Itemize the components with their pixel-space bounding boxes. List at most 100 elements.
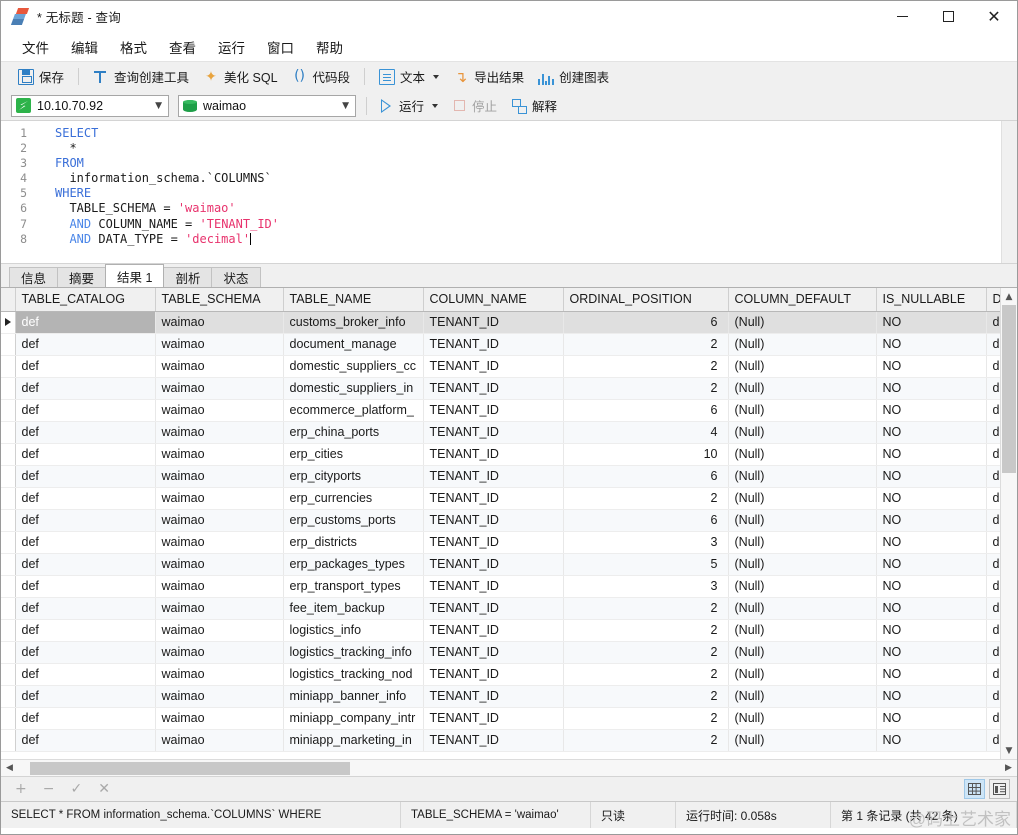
table-cell[interactable]: (Null) bbox=[728, 355, 877, 378]
column-header[interactable]: TABLE_SCHEMA bbox=[155, 288, 284, 312]
table-cell[interactable]: def bbox=[15, 685, 156, 708]
table-cell[interactable]: (Null) bbox=[728, 399, 877, 422]
table-cell[interactable]: 2 bbox=[563, 707, 729, 730]
table-cell[interactable]: erp_districts bbox=[283, 531, 424, 554]
table-cell[interactable]: 3 bbox=[563, 575, 729, 598]
menu-view[interactable]: 查看 bbox=[158, 33, 207, 61]
table-cell[interactable]: waimao bbox=[155, 553, 284, 576]
table-cell[interactable]: (Null) bbox=[728, 333, 877, 356]
table-cell[interactable]: deci bbox=[986, 377, 1000, 400]
table-cell[interactable]: erp_customs_ports bbox=[283, 509, 424, 532]
table-cell[interactable]: ecommerce_platform_ bbox=[283, 399, 424, 422]
table-cell[interactable]: deci bbox=[986, 355, 1000, 378]
table-row[interactable]: defwaimaoerp_citiesTENANT_ID10(Null)NOde… bbox=[1, 443, 1000, 466]
table-cell[interactable]: miniapp_banner_info bbox=[283, 685, 424, 708]
table-row[interactable]: def waimao erp_packages_types TENANT_ID 5 (Nu… bbox=[1, 553, 1000, 576]
run-button[interactable]: 运行 bbox=[371, 93, 445, 118]
table-cell[interactable]: NO bbox=[876, 597, 987, 620]
table-cell[interactable]: 2 bbox=[563, 663, 729, 686]
table-cell[interactable]: fee_item_backup bbox=[283, 597, 424, 620]
table-cell[interactable]: NO bbox=[876, 685, 987, 708]
table-cell[interactable]: TENANT_ID bbox=[423, 729, 564, 752]
row-indicator-cell[interactable] bbox=[1, 333, 16, 356]
table-cell[interactable]: 2 bbox=[563, 619, 729, 642]
export-result-button[interactable]: ↴ 导出结果 bbox=[446, 64, 531, 89]
create-chart-button[interactable]: 创建图表 bbox=[531, 64, 616, 89]
table-cell[interactable]: waimao bbox=[155, 575, 284, 598]
table-cell[interactable]: 2 bbox=[563, 355, 729, 378]
sql-code-area[interactable]: SELECT * FROM information_schema.`COLUMNS… bbox=[33, 121, 1017, 263]
table-cell[interactable]: deci bbox=[986, 553, 1000, 576]
table-cell[interactable]: deci bbox=[986, 333, 1000, 356]
table-cell[interactable]: (Null) bbox=[728, 619, 877, 642]
table-cell[interactable]: NO bbox=[876, 509, 987, 532]
save-button[interactable]: 保存 bbox=[11, 64, 71, 89]
maximize-button[interactable] bbox=[925, 1, 971, 32]
table-cell[interactable]: deci bbox=[986, 531, 1000, 554]
table-cell[interactable]: deci bbox=[986, 443, 1000, 466]
table-cell[interactable]: 10 bbox=[563, 443, 729, 466]
table-cell[interactable]: 6 bbox=[563, 465, 729, 488]
scroll-up-button[interactable]: ▲ bbox=[1001, 288, 1017, 305]
beautify-sql-button[interactable]: ✦ 美化 SQL bbox=[196, 64, 285, 89]
table-cell[interactable]: miniapp_marketing_in bbox=[283, 729, 424, 752]
table-cell[interactable]: TENANT_ID bbox=[423, 531, 564, 554]
table-cell[interactable]: waimao bbox=[155, 641, 284, 664]
grid-horizontal-scrollbar[interactable]: ◀ ▶ bbox=[1, 759, 1017, 776]
table-cell[interactable]: (Null) bbox=[728, 685, 877, 708]
table-cell[interactable]: erp_packages_types bbox=[283, 553, 424, 576]
table-cell[interactable]: deci bbox=[986, 399, 1000, 422]
chevron-down-icon[interactable] bbox=[433, 74, 440, 79]
table-cell[interactable]: (Null) bbox=[728, 729, 877, 752]
table-cell[interactable]: (Null) bbox=[728, 377, 877, 400]
table-row[interactable]: def waimao miniapp_marketing_in TENANT_ID 2(… bbox=[1, 729, 1000, 752]
row-indicator-cell[interactable] bbox=[1, 729, 16, 752]
table-cell[interactable]: logistics_tracking_nod bbox=[283, 663, 424, 686]
table-cell[interactable]: deci bbox=[986, 663, 1000, 686]
table-cell[interactable]: waimao bbox=[155, 421, 284, 444]
table-cell[interactable]: def bbox=[15, 553, 156, 576]
table-cell[interactable]: def bbox=[15, 531, 156, 554]
table-cell[interactable]: document_manage bbox=[283, 333, 424, 356]
table-cell[interactable]: domestic_suppliers_cc bbox=[283, 355, 424, 378]
row-indicator-cell[interactable] bbox=[1, 399, 16, 422]
tab-status[interactable]: 状态 bbox=[211, 267, 261, 287]
table-cell[interactable]: 4 bbox=[563, 421, 729, 444]
table-cell[interactable]: NO bbox=[876, 619, 987, 642]
cancel-changes-button[interactable]: ✕ bbox=[98, 782, 110, 796]
table-cell[interactable]: TENANT_ID bbox=[423, 663, 564, 686]
column-header[interactable]: DA bbox=[986, 288, 1000, 312]
table-cell[interactable]: waimao bbox=[155, 465, 284, 488]
table-cell[interactable]: def bbox=[15, 619, 156, 642]
table-cell[interactable]: waimao bbox=[155, 377, 284, 400]
table-cell[interactable]: def bbox=[15, 421, 156, 444]
table-cell[interactable]: def bbox=[15, 399, 156, 422]
table-cell[interactable]: (Null) bbox=[728, 443, 877, 466]
table-cell[interactable]: TENANT_ID bbox=[423, 597, 564, 620]
table-cell[interactable]: NO bbox=[876, 531, 987, 554]
table-cell[interactable]: 2 bbox=[563, 487, 729, 510]
table-cell[interactable]: def bbox=[15, 311, 156, 334]
table-cell[interactable]: (Null) bbox=[728, 465, 877, 488]
table-cell[interactable]: NO bbox=[876, 663, 987, 686]
table-cell[interactable]: def bbox=[15, 443, 156, 466]
table-cell[interactable]: 5 bbox=[563, 553, 729, 576]
query-builder-button[interactable]: 查询创建工具 bbox=[86, 64, 196, 89]
table-cell[interactable]: (Null) bbox=[728, 575, 877, 598]
menu-edit[interactable]: 编辑 bbox=[60, 33, 109, 61]
table-cell[interactable]: 2 bbox=[563, 641, 729, 664]
explain-button[interactable]: 解释 bbox=[504, 93, 564, 118]
table-cell[interactable]: deci bbox=[986, 575, 1000, 598]
table-cell[interactable]: TENANT_ID bbox=[423, 443, 564, 466]
table-cell[interactable]: TENANT_ID bbox=[423, 377, 564, 400]
add-record-button[interactable]: + bbox=[15, 782, 27, 796]
row-indicator-cell[interactable] bbox=[1, 509, 16, 532]
row-indicator-cell[interactable] bbox=[1, 465, 16, 488]
table-cell[interactable]: NO bbox=[876, 729, 987, 752]
table-cell[interactable]: logistics_info bbox=[283, 619, 424, 642]
table-cell[interactable]: deci bbox=[986, 685, 1000, 708]
table-cell[interactable]: waimao bbox=[155, 531, 284, 554]
table-cell[interactable]: NO bbox=[876, 311, 987, 334]
table-cell[interactable]: NO bbox=[876, 355, 987, 378]
table-cell[interactable]: deci bbox=[986, 707, 1000, 730]
